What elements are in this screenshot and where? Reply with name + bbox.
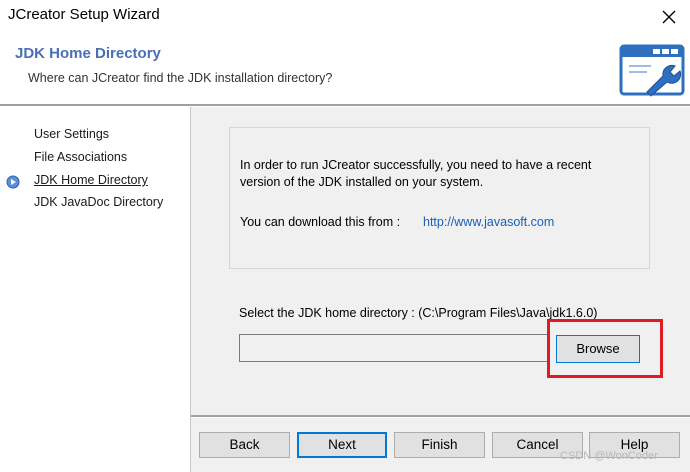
window-title: JCreator Setup Wizard: [8, 6, 160, 23]
highlight-box: [547, 319, 663, 378]
back-button[interactable]: Back: [199, 432, 290, 458]
info-text-line-1: In order to run JCreator successfully, y…: [240, 158, 592, 172]
sidebar-item-jdk-javadoc-directory[interactable]: JDK JavaDoc Directory: [34, 195, 163, 209]
download-label: You can download this from :: [240, 215, 401, 229]
page-title: JDK Home Directory: [15, 45, 161, 62]
sidebar-item-jdk-home-directory[interactable]: JDK Home Directory: [34, 173, 148, 187]
info-panel: In order to run JCreator successfully, y…: [229, 127, 650, 269]
window-wrench-icon: [619, 44, 685, 97]
sidebar-item-user-settings[interactable]: User Settings: [34, 127, 109, 141]
page-subtitle: Where can JCreator find the JDK installa…: [28, 71, 333, 85]
watermark-text: CSDN @WonCoder: [560, 450, 658, 462]
download-link[interactable]: http://www.javasoft.com: [423, 215, 554, 229]
jdk-directory-label: Select the JDK home directory : (C:\Prog…: [239, 306, 598, 320]
close-icon[interactable]: [656, 4, 682, 30]
info-text-line-2: version of the JDK installed on your sys…: [240, 175, 484, 189]
jdk-directory-input[interactable]: [239, 334, 549, 362]
title-bar: JCreator Setup Wizard: [0, 0, 690, 34]
current-step-icon: [6, 175, 20, 189]
wizard-header: JDK Home Directory Where can JCreator fi…: [0, 34, 690, 104]
finish-button[interactable]: Finish: [394, 432, 485, 458]
sidebar-item-file-associations[interactable]: File Associations: [34, 150, 127, 164]
next-button[interactable]: Next: [297, 432, 387, 458]
